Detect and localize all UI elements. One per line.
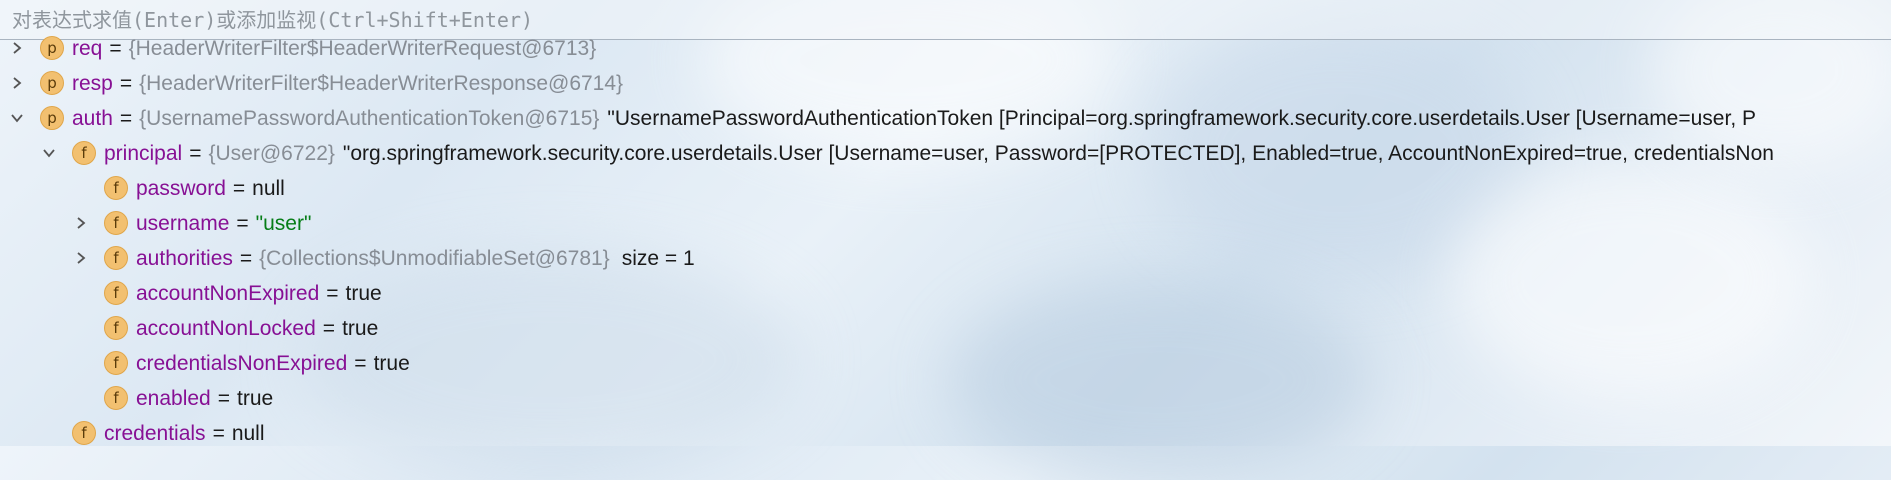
variable-label: authorities = {Collections$UnmodifiableS…: [136, 241, 695, 276]
variable-name: auth: [72, 106, 113, 130]
tree-row-req[interactable]: p req = {HeaderWriterFilter$HeaderWriter…: [0, 33, 1891, 66]
variable-label: credentialsNonExpired = true: [136, 346, 410, 381]
tree-row-principal[interactable]: f principal = {User@6722} "org.springfra…: [0, 136, 1891, 171]
variable-name: credentials: [104, 421, 206, 445]
variable-name: authorities: [136, 246, 233, 270]
variable-label: principal = {User@6722} "org.springframe…: [104, 136, 1774, 171]
tree-row-credentialsnonexpired[interactable]: f credentialsNonExpired = true: [0, 346, 1891, 381]
equals-sign: =: [212, 421, 225, 445]
field-badge-icon: f: [72, 421, 96, 445]
tree-row-accountnonexpired[interactable]: f accountNonExpired = true: [0, 276, 1891, 311]
variable-value: null: [231, 421, 265, 445]
chevron-right-icon[interactable]: [6, 72, 28, 94]
variables-tree: p req = {HeaderWriterFilter$HeaderWriter…: [0, 33, 1891, 446]
parameter-badge-icon: p: [40, 106, 64, 130]
field-badge-icon: f: [104, 176, 128, 200]
variable-label: password = null: [136, 171, 285, 206]
variable-value: true: [373, 351, 410, 375]
field-badge-icon: f: [104, 281, 128, 305]
variable-label: req = {HeaderWriterFilter$HeaderWriterRe…: [72, 33, 596, 66]
variable-name: accountNonLocked: [136, 316, 316, 340]
tree-row-username[interactable]: f username = "user": [0, 206, 1891, 241]
tree-row-authorities[interactable]: f authorities = {Collections$Unmodifiabl…: [0, 241, 1891, 276]
variable-reference: {UsernamePasswordAuthenticationToken@671…: [139, 106, 600, 130]
parameter-badge-icon: p: [40, 71, 64, 95]
variable-reference: {HeaderWriterFilter$HeaderWriterResponse…: [139, 71, 624, 95]
variable-label: accountNonLocked = true: [136, 311, 378, 346]
variable-label: enabled = true: [136, 381, 273, 416]
equals-sign: =: [326, 281, 339, 305]
equals-sign: =: [109, 36, 122, 60]
variable-label: resp = {HeaderWriterFilter$HeaderWriterR…: [72, 66, 623, 101]
field-badge-icon: f: [72, 141, 96, 165]
field-badge-icon: f: [104, 246, 128, 270]
variable-label: credentials = null: [104, 416, 265, 446]
equals-sign: =: [217, 386, 231, 410]
variable-string-value: "user": [255, 211, 312, 235]
equals-sign: =: [236, 211, 249, 235]
variable-name: resp: [72, 71, 113, 95]
equals-sign: =: [239, 246, 253, 270]
tree-row-accountnonlocked[interactable]: f accountNonLocked = true: [0, 311, 1891, 346]
field-badge-icon: f: [104, 211, 128, 235]
equals-sign: =: [322, 316, 336, 340]
tree-row-credentials[interactable]: f credentials = null: [0, 416, 1891, 446]
tree-row-password[interactable]: f password = null: [0, 171, 1891, 206]
variable-label: username = "user": [136, 206, 311, 241]
chevron-right-icon[interactable]: [70, 212, 92, 234]
variable-label: accountNonExpired = true: [136, 276, 382, 311]
variable-value: true: [345, 281, 382, 305]
chevron-down-icon[interactable]: [38, 142, 60, 164]
variable-name: username: [136, 211, 230, 235]
evaluate-expression-input[interactable]: [12, 7, 912, 32]
field-badge-icon: f: [104, 386, 128, 410]
variable-name: req: [72, 36, 103, 60]
equals-sign: =: [189, 141, 202, 165]
equals-sign: =: [119, 106, 133, 130]
variable-name: enabled: [136, 386, 211, 410]
variable-value: null: [252, 176, 285, 200]
chevron-right-icon[interactable]: [70, 247, 92, 269]
collection-size: size = 1: [621, 246, 695, 270]
tree-row-resp[interactable]: p resp = {HeaderWriterFilter$HeaderWrite…: [0, 66, 1891, 101]
variable-name: accountNonExpired: [136, 281, 320, 305]
parameter-badge-icon: p: [40, 36, 64, 60]
field-badge-icon: f: [104, 351, 128, 375]
variable-tostring: "UsernamePasswordAuthenticationToken [Pr…: [607, 106, 1756, 130]
variable-value: true: [342, 316, 379, 340]
variable-name: principal: [104, 141, 183, 165]
tree-row-auth[interactable]: p auth = {UsernamePasswordAuthentication…: [0, 101, 1891, 136]
variable-reference: {Collections$UnmodifiableSet@6781}: [259, 246, 610, 270]
chevron-down-icon[interactable]: [6, 107, 28, 129]
variable-label: auth = {UsernamePasswordAuthenticationTo…: [72, 101, 1756, 136]
variable-tostring: "org.springframework.security.core.userd…: [342, 141, 1774, 165]
variable-reference: {HeaderWriterFilter$HeaderWriterRequest@…: [128, 36, 597, 60]
chevron-right-icon[interactable]: [6, 37, 28, 59]
variable-reference: {User@6722}: [208, 141, 335, 165]
equals-sign: =: [119, 71, 133, 95]
variable-name: password: [136, 176, 226, 200]
equals-sign: =: [354, 351, 367, 375]
equals-sign: =: [232, 176, 246, 200]
field-badge-icon: f: [104, 316, 128, 340]
tree-row-enabled[interactable]: f enabled = true: [0, 381, 1891, 416]
variable-name: credentialsNonExpired: [136, 351, 348, 375]
variable-value: true: [237, 386, 274, 410]
